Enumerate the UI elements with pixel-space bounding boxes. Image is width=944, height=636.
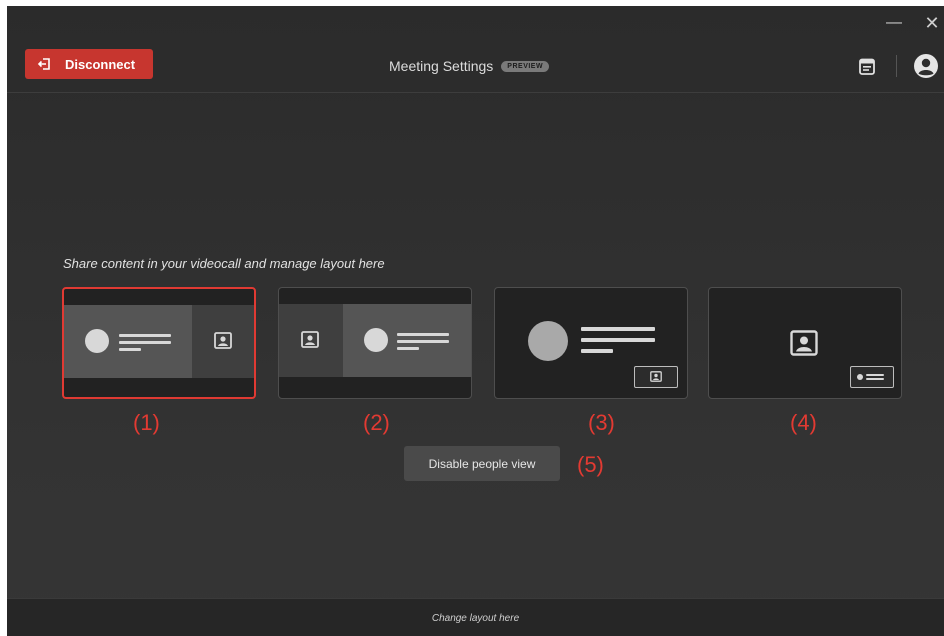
- app-window: — ✕ Disconnect Meeting Settings PREVIEW …: [7, 6, 944, 636]
- disconnect-label: Disconnect: [65, 56, 136, 72]
- content-line: [866, 374, 884, 376]
- content-icon: [528, 321, 568, 361]
- calendar-icon[interactable]: [859, 57, 875, 75]
- top-bar: Disconnect Meeting Settings PREVIEW: [7, 40, 944, 93]
- disable-people-view-button[interactable]: Disable people view: [404, 446, 560, 481]
- annotation-label-3: (3): [588, 410, 615, 435]
- content-line: [119, 341, 171, 344]
- person-icon: [301, 331, 319, 348]
- person-icon: [790, 330, 818, 356]
- content-thumbnail: [850, 366, 894, 388]
- annotation-label-5: (5): [577, 452, 604, 477]
- disable-people-view-label: Disable people view: [428, 456, 536, 471]
- instruction-text: Share content in your videocall and mana…: [63, 256, 385, 271]
- layout-option-1[interactable]: [62, 287, 256, 399]
- annotation-label-4: (4): [790, 410, 817, 435]
- disconnect-button[interactable]: Disconnect: [25, 49, 153, 79]
- person-icon: [650, 371, 662, 382]
- content-icon: [85, 329, 109, 353]
- close-button[interactable]: ✕: [915, 6, 944, 40]
- preview-badge: PREVIEW: [501, 60, 550, 72]
- content-icon: [364, 328, 388, 352]
- minimize-button[interactable]: —: [877, 6, 911, 40]
- page-title: Meeting Settings: [389, 58, 494, 74]
- content-line: [581, 327, 655, 331]
- footer-text: Change layout here: [431, 612, 520, 624]
- layout-option-2[interactable]: [278, 287, 472, 399]
- content-line: [581, 349, 613, 353]
- content-line: [119, 348, 141, 351]
- person-icon: [214, 332, 232, 349]
- content-line: [866, 378, 884, 380]
- annotation-label-1: (1): [133, 410, 160, 435]
- people-thumbnail: [634, 366, 678, 388]
- layout-option-4[interactable]: [708, 287, 902, 399]
- content-line: [397, 347, 419, 350]
- content-line: [397, 333, 449, 336]
- title-area: Meeting Settings PREVIEW: [389, 40, 550, 92]
- content-line: [581, 338, 655, 342]
- account-icon[interactable]: [913, 53, 939, 79]
- content-icon: [857, 374, 863, 380]
- layout-option-3[interactable]: [494, 287, 688, 399]
- footer-bar: Change layout here: [7, 598, 944, 636]
- content-line: [397, 340, 449, 343]
- logout-icon: [37, 58, 50, 70]
- header-divider: [896, 55, 897, 77]
- annotation-label-2: (2): [363, 410, 390, 435]
- content-line: [119, 334, 171, 337]
